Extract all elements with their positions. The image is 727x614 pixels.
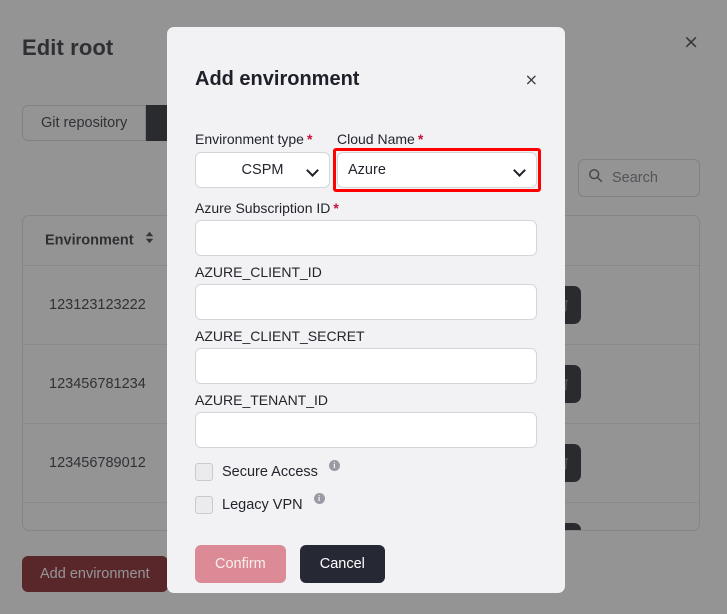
required-marker: * <box>306 131 313 147</box>
subscription-id-input[interactable] <box>195 220 537 256</box>
client-id-group: AZURE_CLIENT_ID <box>195 264 537 320</box>
info-icon[interactable]: i <box>313 493 325 504</box>
type-and-cloud-row: Environment type * CSPM Cloud Name * Azure <box>195 131 541 192</box>
client-id-label: AZURE_CLIENT_ID <box>195 264 322 280</box>
client-id-input[interactable] <box>195 284 537 320</box>
modal-title: Add environment <box>195 68 360 90</box>
modal-close-icon[interactable]: × <box>525 72 538 88</box>
environment-type-label: Environment type * <box>195 131 313 147</box>
secure-access-checkbox[interactable] <box>195 463 213 481</box>
client-secret-input[interactable] <box>195 348 537 384</box>
environment-type-select[interactable]: CSPM <box>195 152 330 188</box>
legacy-vpn-checkbox[interactable] <box>195 496 213 514</box>
confirm-button[interactable]: Confirm <box>195 545 286 583</box>
tenant-id-input[interactable] <box>195 412 537 448</box>
modal-actions: Confirm Cancel <box>195 545 537 583</box>
client-secret-group: AZURE_CLIENT_SECRET <box>195 328 537 384</box>
tenant-id-group: AZURE_TENANT_ID <box>195 392 537 448</box>
environment-type-select-wrap: CSPM <box>195 152 330 188</box>
subscription-id-group: Azure Subscription ID * <box>195 200 537 256</box>
cloud-name-select[interactable]: Azure <box>337 152 537 188</box>
required-marker: * <box>333 200 339 216</box>
legacy-vpn-row: Legacy VPN i <box>195 493 537 514</box>
subscription-id-label: Azure Subscription ID * <box>195 200 339 216</box>
secure-access-label: Secure Access <box>222 464 318 480</box>
add-environment-modal: Add environment × Environment type * CSPM… <box>167 27 565 593</box>
cancel-button[interactable]: Cancel <box>299 545 385 583</box>
modal-form: Environment type * CSPM Cloud Name * Azure <box>195 131 541 583</box>
legacy-vpn-label: Legacy VPN <box>222 497 303 513</box>
required-marker: * <box>417 131 424 147</box>
info-icon[interactable]: i <box>328 460 340 471</box>
client-secret-label: AZURE_CLIENT_SECRET <box>195 328 365 344</box>
cloud-name-group: Cloud Name * Azure <box>330 131 541 192</box>
environment-type-group: Environment type * CSPM <box>195 131 330 188</box>
secure-access-row: Secure Access i <box>195 460 537 481</box>
tenant-id-label: AZURE_TENANT_ID <box>195 392 329 408</box>
cloud-name-label: Cloud Name * <box>337 131 424 147</box>
cloud-name-select-wrap: Azure <box>333 148 541 192</box>
